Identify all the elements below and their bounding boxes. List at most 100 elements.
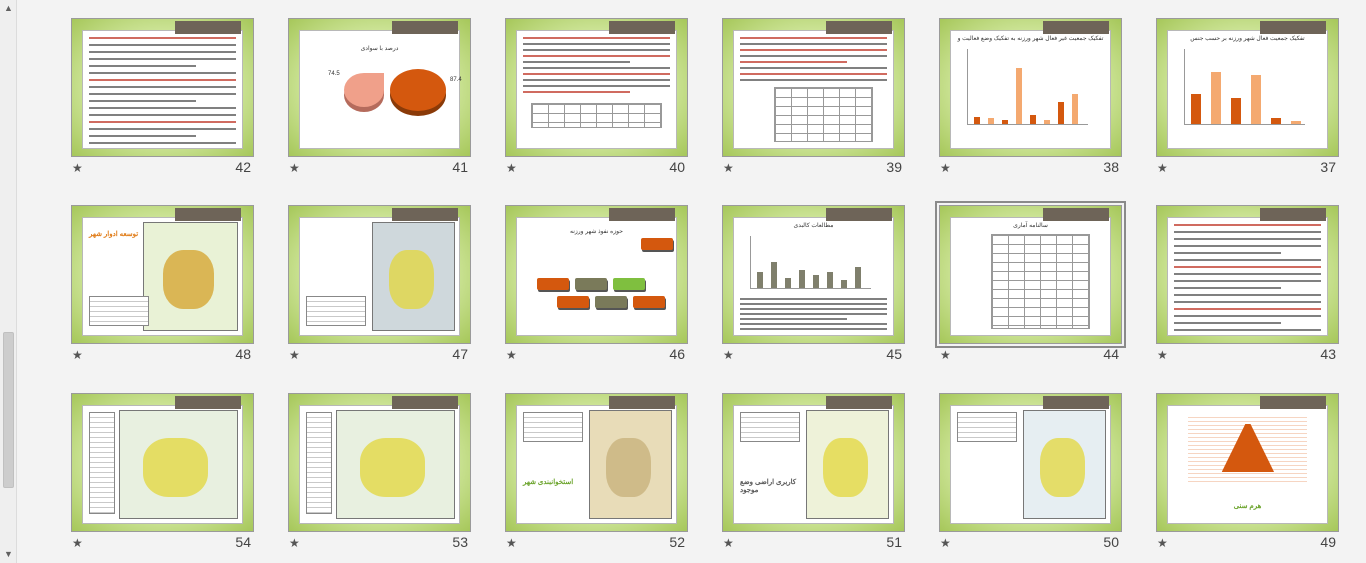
slide-caption: توسعه ادوار شهر — [89, 231, 139, 238]
slide-transition-star-icon[interactable]: ★ — [506, 536, 517, 550]
map-legend — [306, 296, 366, 326]
slide-content-panel — [516, 30, 677, 149]
text-line — [1174, 273, 1321, 275]
slide-thumbnail[interactable]: توسعه ادوار شهر — [71, 205, 254, 344]
text-line — [1174, 322, 1281, 324]
slide-header-tab — [826, 21, 892, 34]
slide-content-panel: تفکیک جمعیت غیر فعال شهر ورزنه به تفکیک … — [950, 30, 1111, 149]
scrollbar-thumb[interactable] — [3, 332, 14, 488]
slide-thumbnail[interactable]: درصد با سوادی 74.5 87.4 — [288, 18, 471, 157]
text-line — [740, 55, 887, 57]
map-legend — [957, 412, 1017, 442]
slide-thumbnail[interactable] — [1156, 205, 1339, 344]
slide-thumbnail[interactable] — [71, 393, 254, 532]
slide-number: 38 — [1103, 159, 1119, 175]
vertical-scrollbar[interactable]: ▲ ▼ — [0, 0, 17, 563]
scroll-up-arrow-icon[interactable]: ▲ — [0, 0, 17, 17]
slide-title: سالنامه آماری — [1013, 223, 1048, 229]
text-line — [740, 67, 887, 69]
chart-bar — [1231, 97, 1241, 124]
slide-header-tab — [826, 396, 892, 409]
map-legend — [89, 412, 115, 514]
slide-transition-star-icon[interactable]: ★ — [723, 161, 734, 175]
text-line — [89, 44, 236, 46]
chart-bar — [1044, 120, 1050, 124]
text-line — [523, 37, 670, 39]
chart-area — [967, 49, 1088, 125]
pie-label: 87.4 — [450, 77, 462, 83]
slide-thumbnail[interactable]: تفکیک جمعیت غیر فعال شهر ورزنه به تفکیک … — [939, 18, 1122, 157]
slide-transition-star-icon[interactable]: ★ — [723, 536, 734, 550]
diagram-block — [537, 278, 569, 290]
text-line — [1174, 238, 1321, 240]
slide-thumbnail[interactable] — [939, 393, 1122, 532]
map-legend — [740, 412, 800, 442]
slide-header-tab — [392, 208, 458, 221]
slide-transition-star-icon[interactable]: ★ — [72, 348, 83, 362]
slide-transition-star-icon[interactable]: ★ — [940, 348, 951, 362]
slide-thumbnail[interactable]: مطالعات کالبدی — [722, 205, 905, 344]
slide-thumbnail[interactable] — [505, 18, 688, 157]
slide-thumbnail[interactable]: هرم سنی — [1156, 393, 1339, 532]
slide-header-tab — [175, 396, 241, 409]
slide-content-panel: کاربری اراضی وضع موجود — [733, 405, 894, 524]
slide-thumbnail[interactable]: حوزه نفوذ شهر ورزنه — [505, 205, 688, 344]
text-line — [89, 51, 236, 53]
slide-content-panel — [82, 405, 243, 524]
text-line — [89, 93, 236, 95]
slide-thumbnail[interactable] — [71, 18, 254, 157]
slide-transition-star-icon[interactable]: ★ — [506, 161, 517, 175]
slide-transition-star-icon[interactable]: ★ — [1157, 536, 1168, 550]
text-line — [740, 313, 887, 315]
pyramid-bars — [1221, 424, 1274, 472]
slide-thumbnail[interactable]: استخوانبندی شهر — [505, 393, 688, 532]
slide-title: تفکیک جمعیت غیر فعال شهر ورزنه به تفکیک … — [957, 36, 1104, 42]
slide-header-tab — [1260, 396, 1326, 409]
slide-content-panel: استخوانبندی شهر — [516, 405, 677, 524]
slide-content-panel: تفکیک جمعیت فعال شهر ورزنه بر حسب جنس — [1167, 30, 1328, 149]
slide-header-tab — [1260, 208, 1326, 221]
slide-title: حوزه نفوذ شهر ورزنه — [569, 229, 623, 235]
slide-transition-star-icon[interactable]: ★ — [289, 348, 300, 362]
slide-thumbnail[interactable] — [722, 18, 905, 157]
map-image — [1023, 410, 1106, 519]
slide-number: 43 — [1320, 346, 1336, 362]
slide-thumbnail[interactable]: تفکیک جمعیت فعال شهر ورزنه بر حسب جنس — [1156, 18, 1339, 157]
slide-transition-star-icon[interactable]: ★ — [72, 161, 83, 175]
map-feature — [606, 437, 651, 497]
slide-number: 45 — [886, 346, 902, 362]
slide-thumbnail[interactable]: سالنامه آماری — [935, 201, 1126, 348]
slide-transition-star-icon[interactable]: ★ — [289, 161, 300, 175]
slide-header-tab — [609, 21, 675, 34]
map-feature — [143, 437, 208, 497]
slide-transition-star-icon[interactable]: ★ — [723, 348, 734, 362]
slide-content-panel: هرم سنی — [1167, 405, 1328, 524]
text-line — [523, 55, 670, 57]
slide-transition-star-icon[interactable]: ★ — [1157, 348, 1168, 362]
slide-transition-star-icon[interactable]: ★ — [72, 536, 83, 550]
slide-content-panel — [733, 30, 894, 149]
scroll-down-arrow-icon[interactable]: ▼ — [0, 546, 17, 563]
slide-thumbnail[interactable]: کاربری اراضی وضع موجود — [722, 393, 905, 532]
chart-bar — [1291, 121, 1301, 124]
text-line — [523, 91, 630, 93]
slide-content-panel: توسعه ادوار شهر — [82, 217, 243, 336]
slide-transition-star-icon[interactable]: ★ — [940, 536, 951, 550]
text-line — [1174, 294, 1321, 296]
slide-transition-star-icon[interactable]: ★ — [1157, 161, 1168, 175]
text-line — [523, 43, 670, 45]
chart-bar — [1211, 71, 1221, 124]
slide-transition-star-icon[interactable]: ★ — [940, 161, 951, 175]
slide-transition-star-icon[interactable]: ★ — [506, 348, 517, 362]
slide-header-tab — [392, 396, 458, 409]
slide-header-tab — [1043, 208, 1109, 221]
population-pyramid — [1188, 414, 1307, 484]
map-feature — [823, 437, 868, 497]
slide-header-tab — [826, 208, 892, 221]
slide-transition-star-icon[interactable]: ★ — [289, 536, 300, 550]
slide-thumbnail[interactable] — [288, 393, 471, 532]
chart-bar — [1030, 115, 1036, 124]
map-image — [336, 410, 455, 519]
slide-content-panel — [1167, 217, 1328, 336]
slide-thumbnail[interactable] — [288, 205, 471, 344]
